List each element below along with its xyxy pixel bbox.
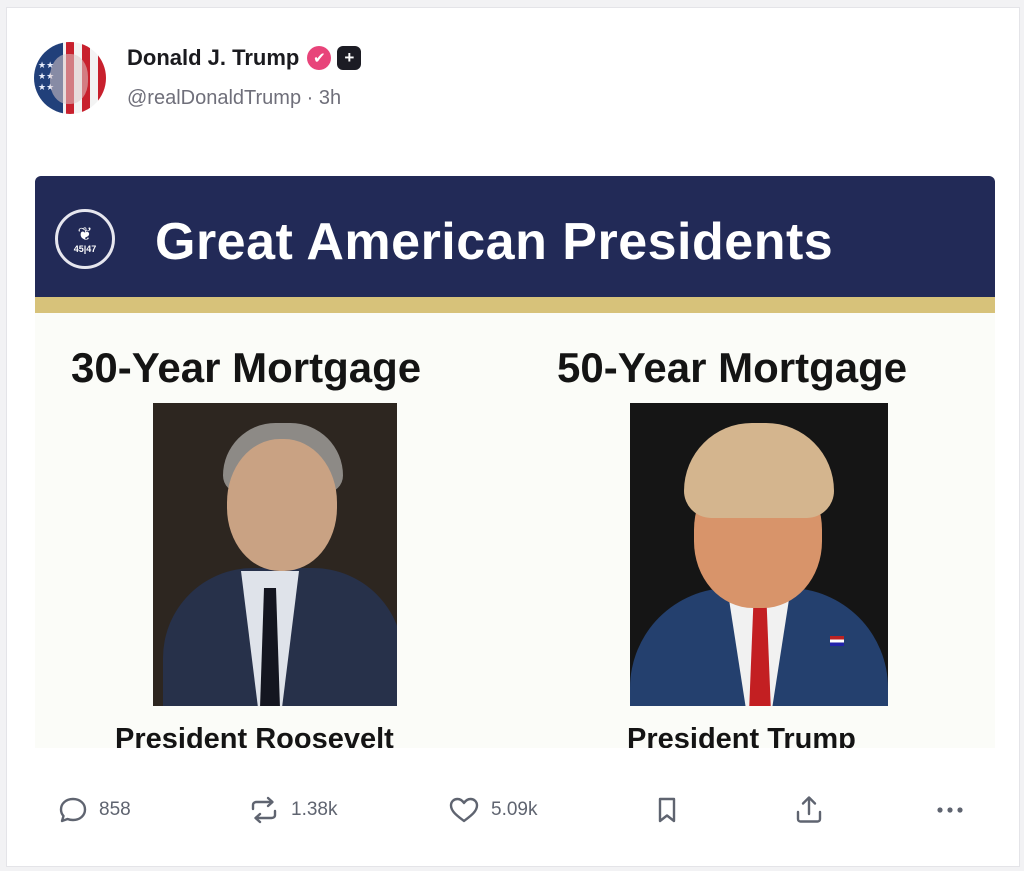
like-count: 5.09k (491, 799, 538, 820)
author-row: Donald J. Trump ✔ + (127, 44, 362, 72)
plus-badge-icon[interactable]: + (337, 46, 362, 70)
author-name[interactable]: Donald J. Trump (127, 45, 299, 71)
author-handle[interactable]: @realDonaldTrump (127, 87, 301, 109)
avatar[interactable]: ★★ ★★ ★★ (34, 42, 106, 114)
flag-pin-icon (830, 636, 844, 646)
reply-icon (59, 797, 87, 823)
presidential-seal-icon: ❦ 45|47 (55, 209, 115, 269)
post-image[interactable]: ❦ 45|47 Great American Presidents 30-Yea… (35, 176, 995, 748)
gold-stripe (35, 297, 995, 313)
eagle-icon: ❦ (77, 224, 93, 244)
portrait-hair (684, 423, 834, 518)
roosevelt-portrait (153, 403, 397, 706)
heart-icon (449, 797, 479, 823)
repost-count: 1.38k (291, 799, 338, 820)
handle-row: @realDonaldTrump · 3h (127, 87, 341, 110)
action-bar: 858 1.38k 5.09k (7, 788, 1021, 832)
portrait-face (227, 439, 337, 571)
post-time[interactable]: 3h (319, 87, 341, 109)
share-button[interactable] (792, 788, 826, 832)
bookmark-icon (658, 797, 676, 823)
post-card[interactable]: ★★ ★★ ★★ Donald J. Trump ✔ + @realDonald… (6, 7, 1020, 867)
trump-portrait (630, 403, 888, 706)
handle-separator: · (306, 87, 314, 109)
like-button[interactable]: 5.09k (447, 788, 537, 832)
share-icon (796, 796, 822, 823)
seal-text: 45|47 (73, 244, 97, 254)
reply-count: 858 (99, 799, 131, 820)
right-column-title: 50-Year Mortgage (557, 344, 908, 391)
right-caption: President Trump (627, 723, 856, 748)
more-options-button[interactable] (932, 788, 968, 832)
repost-button[interactable]: 1.38k (247, 788, 337, 832)
reply-button[interactable]: 858 (57, 788, 131, 832)
avatar-face (50, 54, 88, 104)
repost-icon (251, 796, 277, 824)
left-caption: President Roosevelt (115, 723, 394, 748)
more-icon (937, 807, 963, 813)
banner-title: Great American Presidents (155, 213, 834, 271)
image-banner: ❦ 45|47 Great American Presidents (35, 176, 995, 297)
verified-badge-icon: ✔ (307, 46, 332, 70)
bookmark-button[interactable] (652, 788, 682, 832)
left-column-title: 30-Year Mortgage (71, 344, 422, 391)
